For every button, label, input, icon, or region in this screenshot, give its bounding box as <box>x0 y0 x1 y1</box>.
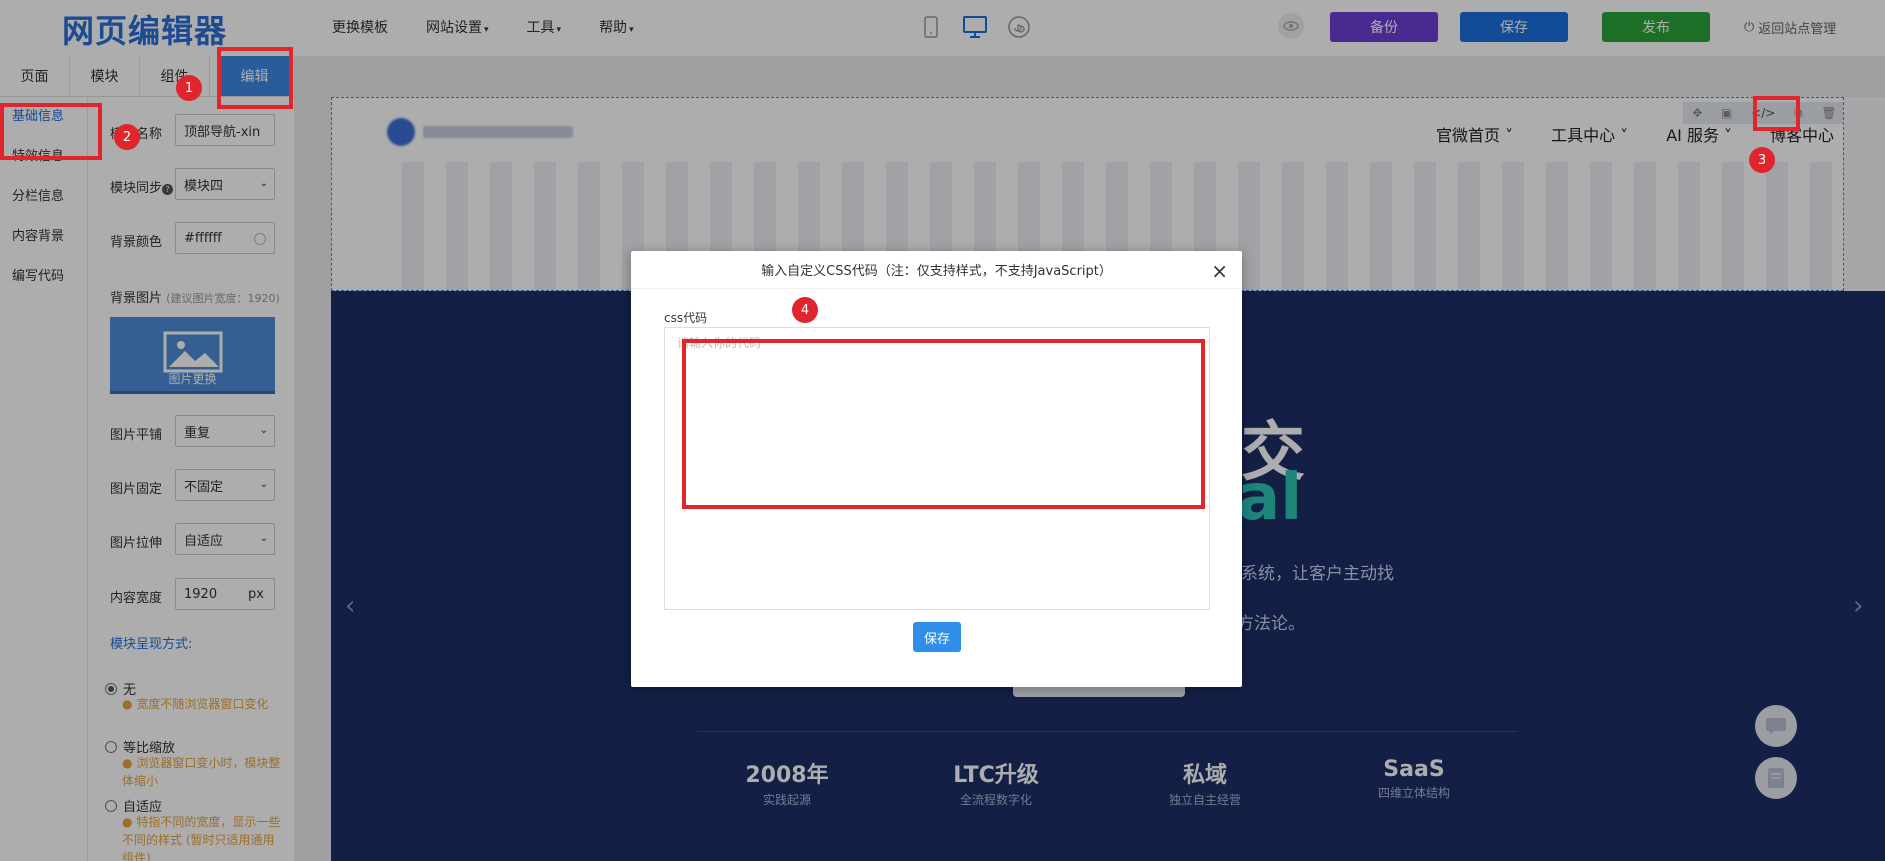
annotation-badge-3: 3 <box>1749 147 1775 173</box>
annotation-badge-4: 4 <box>792 297 818 323</box>
annotation-badge-1: 1 <box>176 75 202 101</box>
annotation-box-code-icon <box>1753 96 1800 131</box>
dialog-title: 输入自定义CSS代码（注：仅支持样式，不支持JavaScript） <box>761 264 1112 279</box>
annotation-box-basic-info <box>0 103 102 160</box>
css-code-label: css代码 <box>664 311 708 325</box>
close-icon[interactable]: × <box>1211 259 1228 283</box>
dialog-header: 输入自定义CSS代码（注：仅支持样式，不支持JavaScript） <box>631 251 1242 289</box>
annotation-box-edit-tab <box>217 47 293 109</box>
dialog-save-button[interactable]: 保存 <box>913 622 961 652</box>
annotation-box-css-input <box>682 339 1205 509</box>
annotation-badge-2: 2 <box>114 124 140 150</box>
